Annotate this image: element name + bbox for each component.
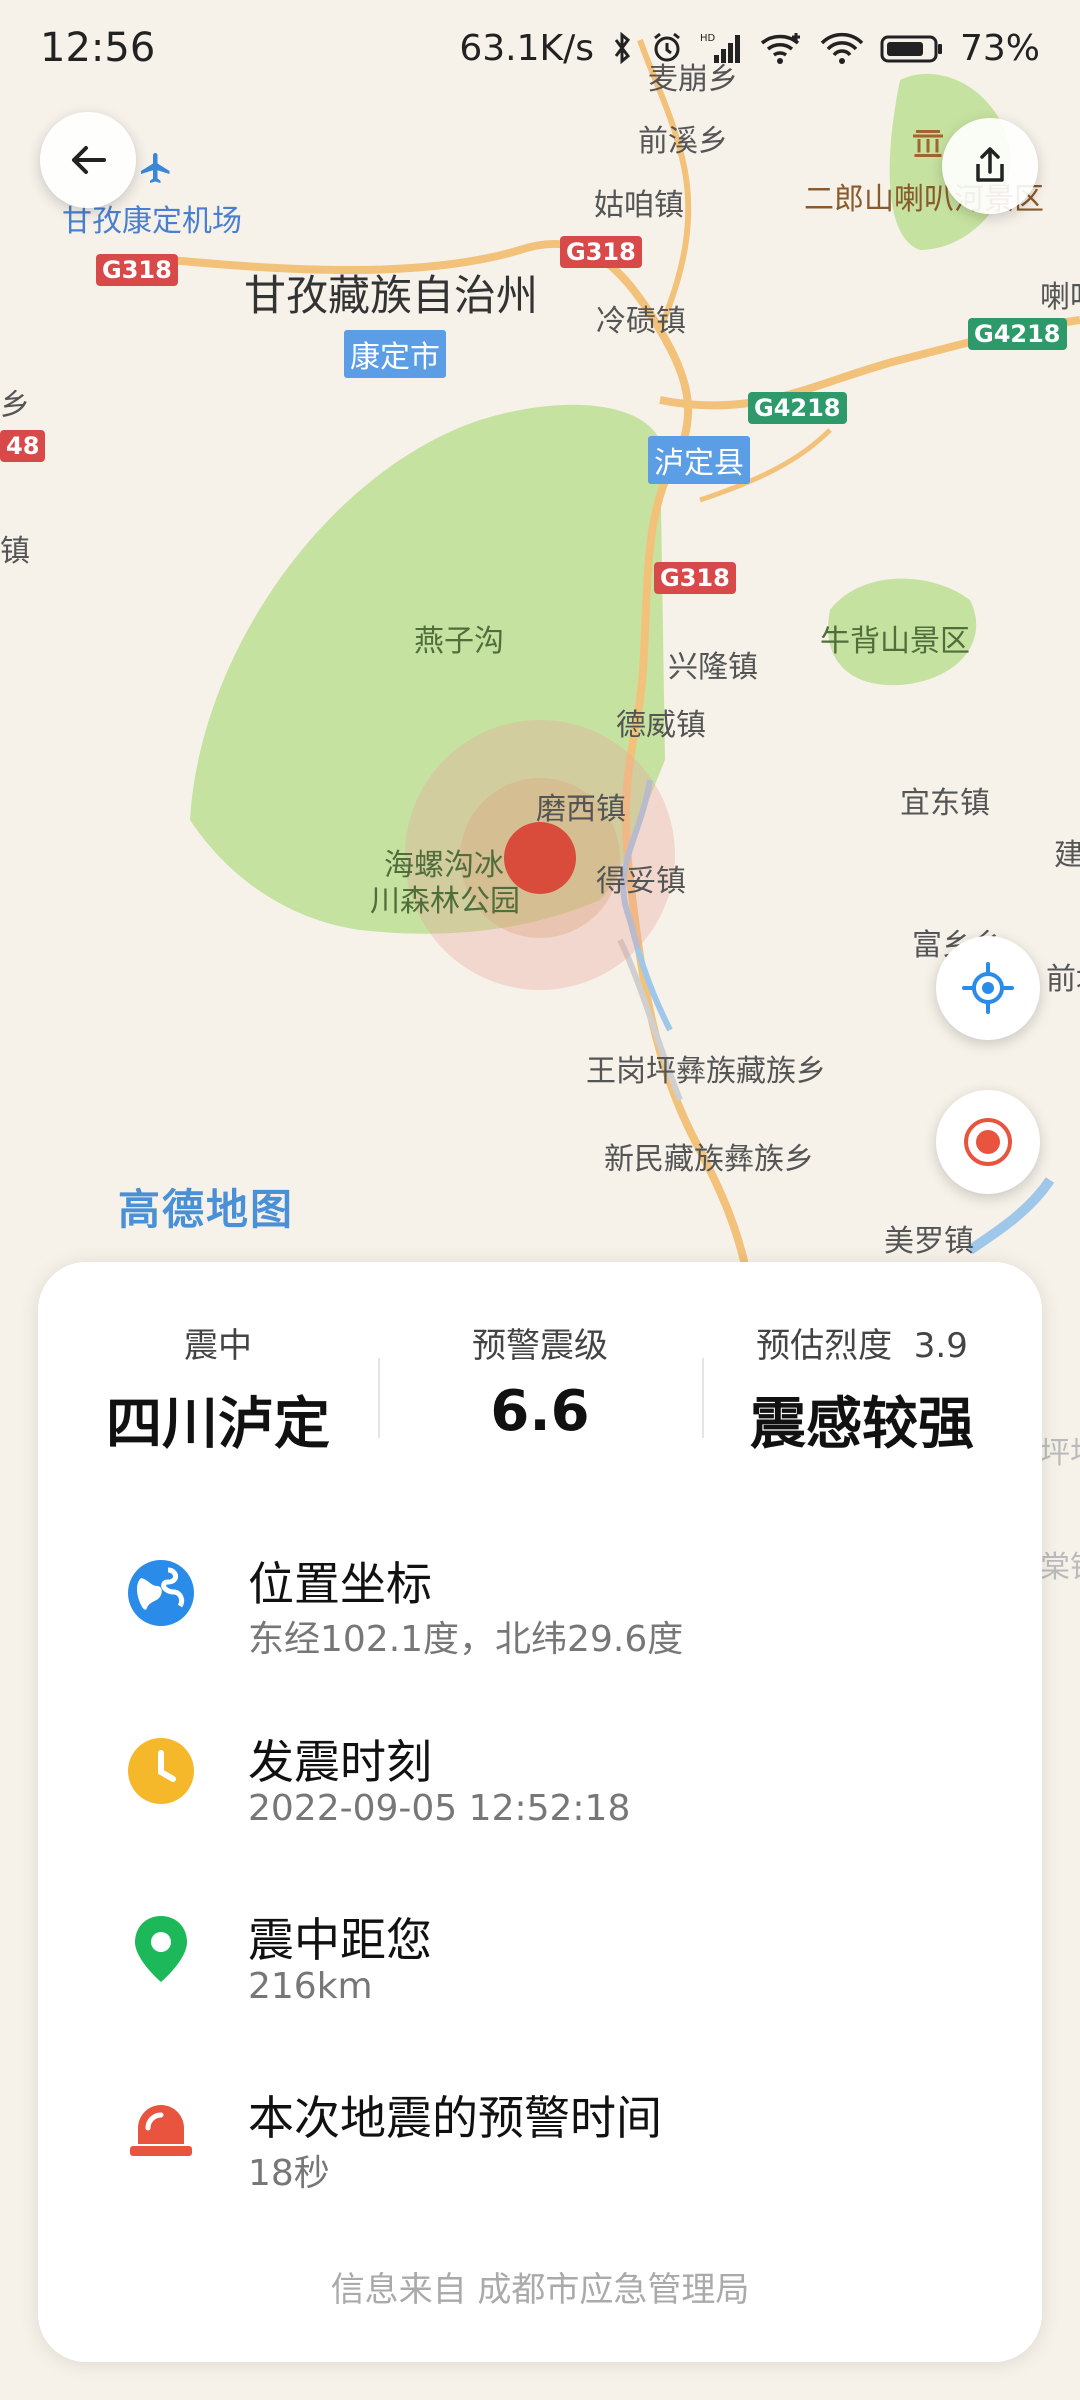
map-label-lengqi: 冷碛镇 — [596, 304, 686, 339]
share-button[interactable] — [942, 118, 1038, 214]
shield-g4218-b: G4218 — [968, 318, 1067, 350]
map-label-kangding: 康定市 — [344, 330, 446, 378]
airplane-icon — [138, 150, 174, 190]
intensity-label: 预估烈度 — [756, 1326, 893, 1366]
globe-icon — [128, 1560, 194, 1626]
time-value: 2022-09-05 12:52:18 — [248, 1788, 631, 1829]
epicenter-label: 震中 — [184, 1326, 252, 1366]
shield-g4218-a: G4218 — [748, 392, 847, 424]
divider — [378, 1358, 380, 1438]
magnitude-label: 预警震级 — [472, 1326, 608, 1366]
map-label-xinmin: 新民藏族彝族乡 — [604, 1142, 814, 1177]
amap-logo: 高德地图 — [118, 1185, 295, 1234]
hd-signal-icon: HD — [700, 31, 744, 65]
list-item-location: 位置坐标 东经102.1度，北纬29.6度 — [38, 1548, 1042, 1668]
warning-time-value: 18秒 — [248, 2153, 330, 2194]
record-icon — [964, 1118, 1012, 1166]
map-label-yanzigou: 燕子沟 — [414, 624, 504, 659]
map-label-qianxi: 前溪乡 — [638, 124, 728, 159]
map-label-xiang: 乡 — [0, 388, 30, 423]
map-label-meiluo: 美罗镇 — [884, 1224, 974, 1259]
location-pin-icon — [135, 1916, 187, 1982]
shield-g318-mid: G318 — [654, 562, 736, 594]
wifi-plus-icon — [760, 31, 804, 65]
location-title: 位置坐标 — [248, 1557, 432, 1611]
svg-text:HD: HD — [700, 33, 716, 44]
map-label-jian: 建 — [1054, 838, 1080, 873]
epicenter-summary: 震中 四川泸定 — [68, 1318, 368, 1460]
summary-section: 震中 四川泸定 预警震级 6.6 预估烈度 3.9 震感较强 — [38, 1318, 1042, 1458]
intensity-summary: 预估烈度 3.9 震感较强 — [712, 1318, 1012, 1460]
map-label-ping: 坪坝 — [1040, 1436, 1080, 1471]
list-item-warning-time: 本次地震的预警时间 18秒 — [38, 2082, 1042, 2202]
intensity-number: 3.9 — [913, 1326, 968, 1366]
intensity-value: 震感较强 — [750, 1392, 974, 1457]
map-label-guzan: 姑咱镇 — [594, 188, 684, 223]
time-title: 发震时刻 — [248, 1735, 432, 1789]
map-label-hailuogou-2: 川森林公园 — [370, 884, 520, 919]
map-view[interactable]: 甘孜康定机场 甘孜藏族自治州 康定市 泸定县 燕子沟 海螺沟冰 川森林公园 磨西… — [0, 0, 1080, 1585]
list-item-time: 发震时刻 2022-09-05 12:52:18 — [38, 1726, 1042, 1846]
alarm-icon — [650, 31, 684, 65]
intensity-label-wrap: 预估烈度 3.9 — [712, 1318, 1012, 1367]
location-value: 东经102.1度，北纬29.6度 — [248, 1619, 684, 1660]
temple-icon — [910, 124, 946, 164]
back-button[interactable] — [40, 112, 136, 208]
earthquake-info-card: 震中 四川泸定 预警震级 6.6 预估烈度 3.9 震感较强 位置坐标 东经10… — [38, 1262, 1042, 2362]
map-label-wanggangping: 王岗坪彝族藏族乡 — [586, 1054, 826, 1089]
map-label-niubeishan: 牛背山景区 — [820, 624, 970, 659]
share-icon — [976, 147, 1004, 182]
info-source: 信息来自 成都市应急管理局 — [330, 2270, 750, 2310]
clock-icon — [128, 1738, 194, 1804]
map-label-zhen: 镇 — [0, 534, 30, 569]
status-bar: 12:56 63.1K/s HD 73% — [0, 0, 1080, 96]
map-label-moxi: 磨西镇 — [536, 792, 626, 827]
map-label-laba: 喇叭 — [1040, 280, 1080, 315]
magnitude-value: 6.6 — [490, 1379, 590, 1444]
status-time: 12:56 — [40, 25, 156, 71]
map-label-dewei: 德威镇 — [616, 708, 706, 743]
epicenter-value: 四川泸定 — [106, 1392, 330, 1457]
map-label-qian: 前域 — [1046, 962, 1080, 997]
map-label-luding-county: 泸定县 — [648, 436, 750, 484]
shield-g318-top: G318 — [560, 236, 642, 268]
divider — [702, 1358, 704, 1438]
map-label-tang: 棠镇 — [1040, 1550, 1080, 1585]
alarm-light-icon — [130, 2105, 192, 2156]
network-speed: 63.1K/s — [459, 27, 594, 69]
locate-button[interactable] — [936, 936, 1040, 1040]
map-label-yidong: 宜东镇 — [900, 786, 990, 821]
map-label-prefecture: 甘孜藏族自治州 — [244, 271, 539, 320]
distance-value: 216km — [248, 1966, 373, 2007]
battery-percent: 73% — [959, 27, 1040, 69]
list-item-distance: 震中距您 216km — [38, 1904, 1042, 2024]
arrow-left-icon — [72, 146, 106, 174]
distance-title: 震中距您 — [248, 1913, 432, 1967]
battery-icon — [880, 31, 944, 65]
bluetooth-icon — [610, 31, 634, 65]
map-label-xinglong: 兴隆镇 — [668, 650, 758, 685]
map-label-deto: 得妥镇 — [596, 864, 686, 899]
record-button[interactable] — [936, 1090, 1040, 1194]
warning-time-title: 本次地震的预警时间 — [248, 2091, 662, 2145]
magnitude-summary: 预警震级 6.6 — [390, 1318, 690, 1444]
shield-48: 48 — [0, 430, 46, 462]
locate-icon — [962, 962, 1014, 1014]
wifi-icon — [820, 31, 864, 65]
shield-g318-left: G318 — [96, 254, 178, 286]
